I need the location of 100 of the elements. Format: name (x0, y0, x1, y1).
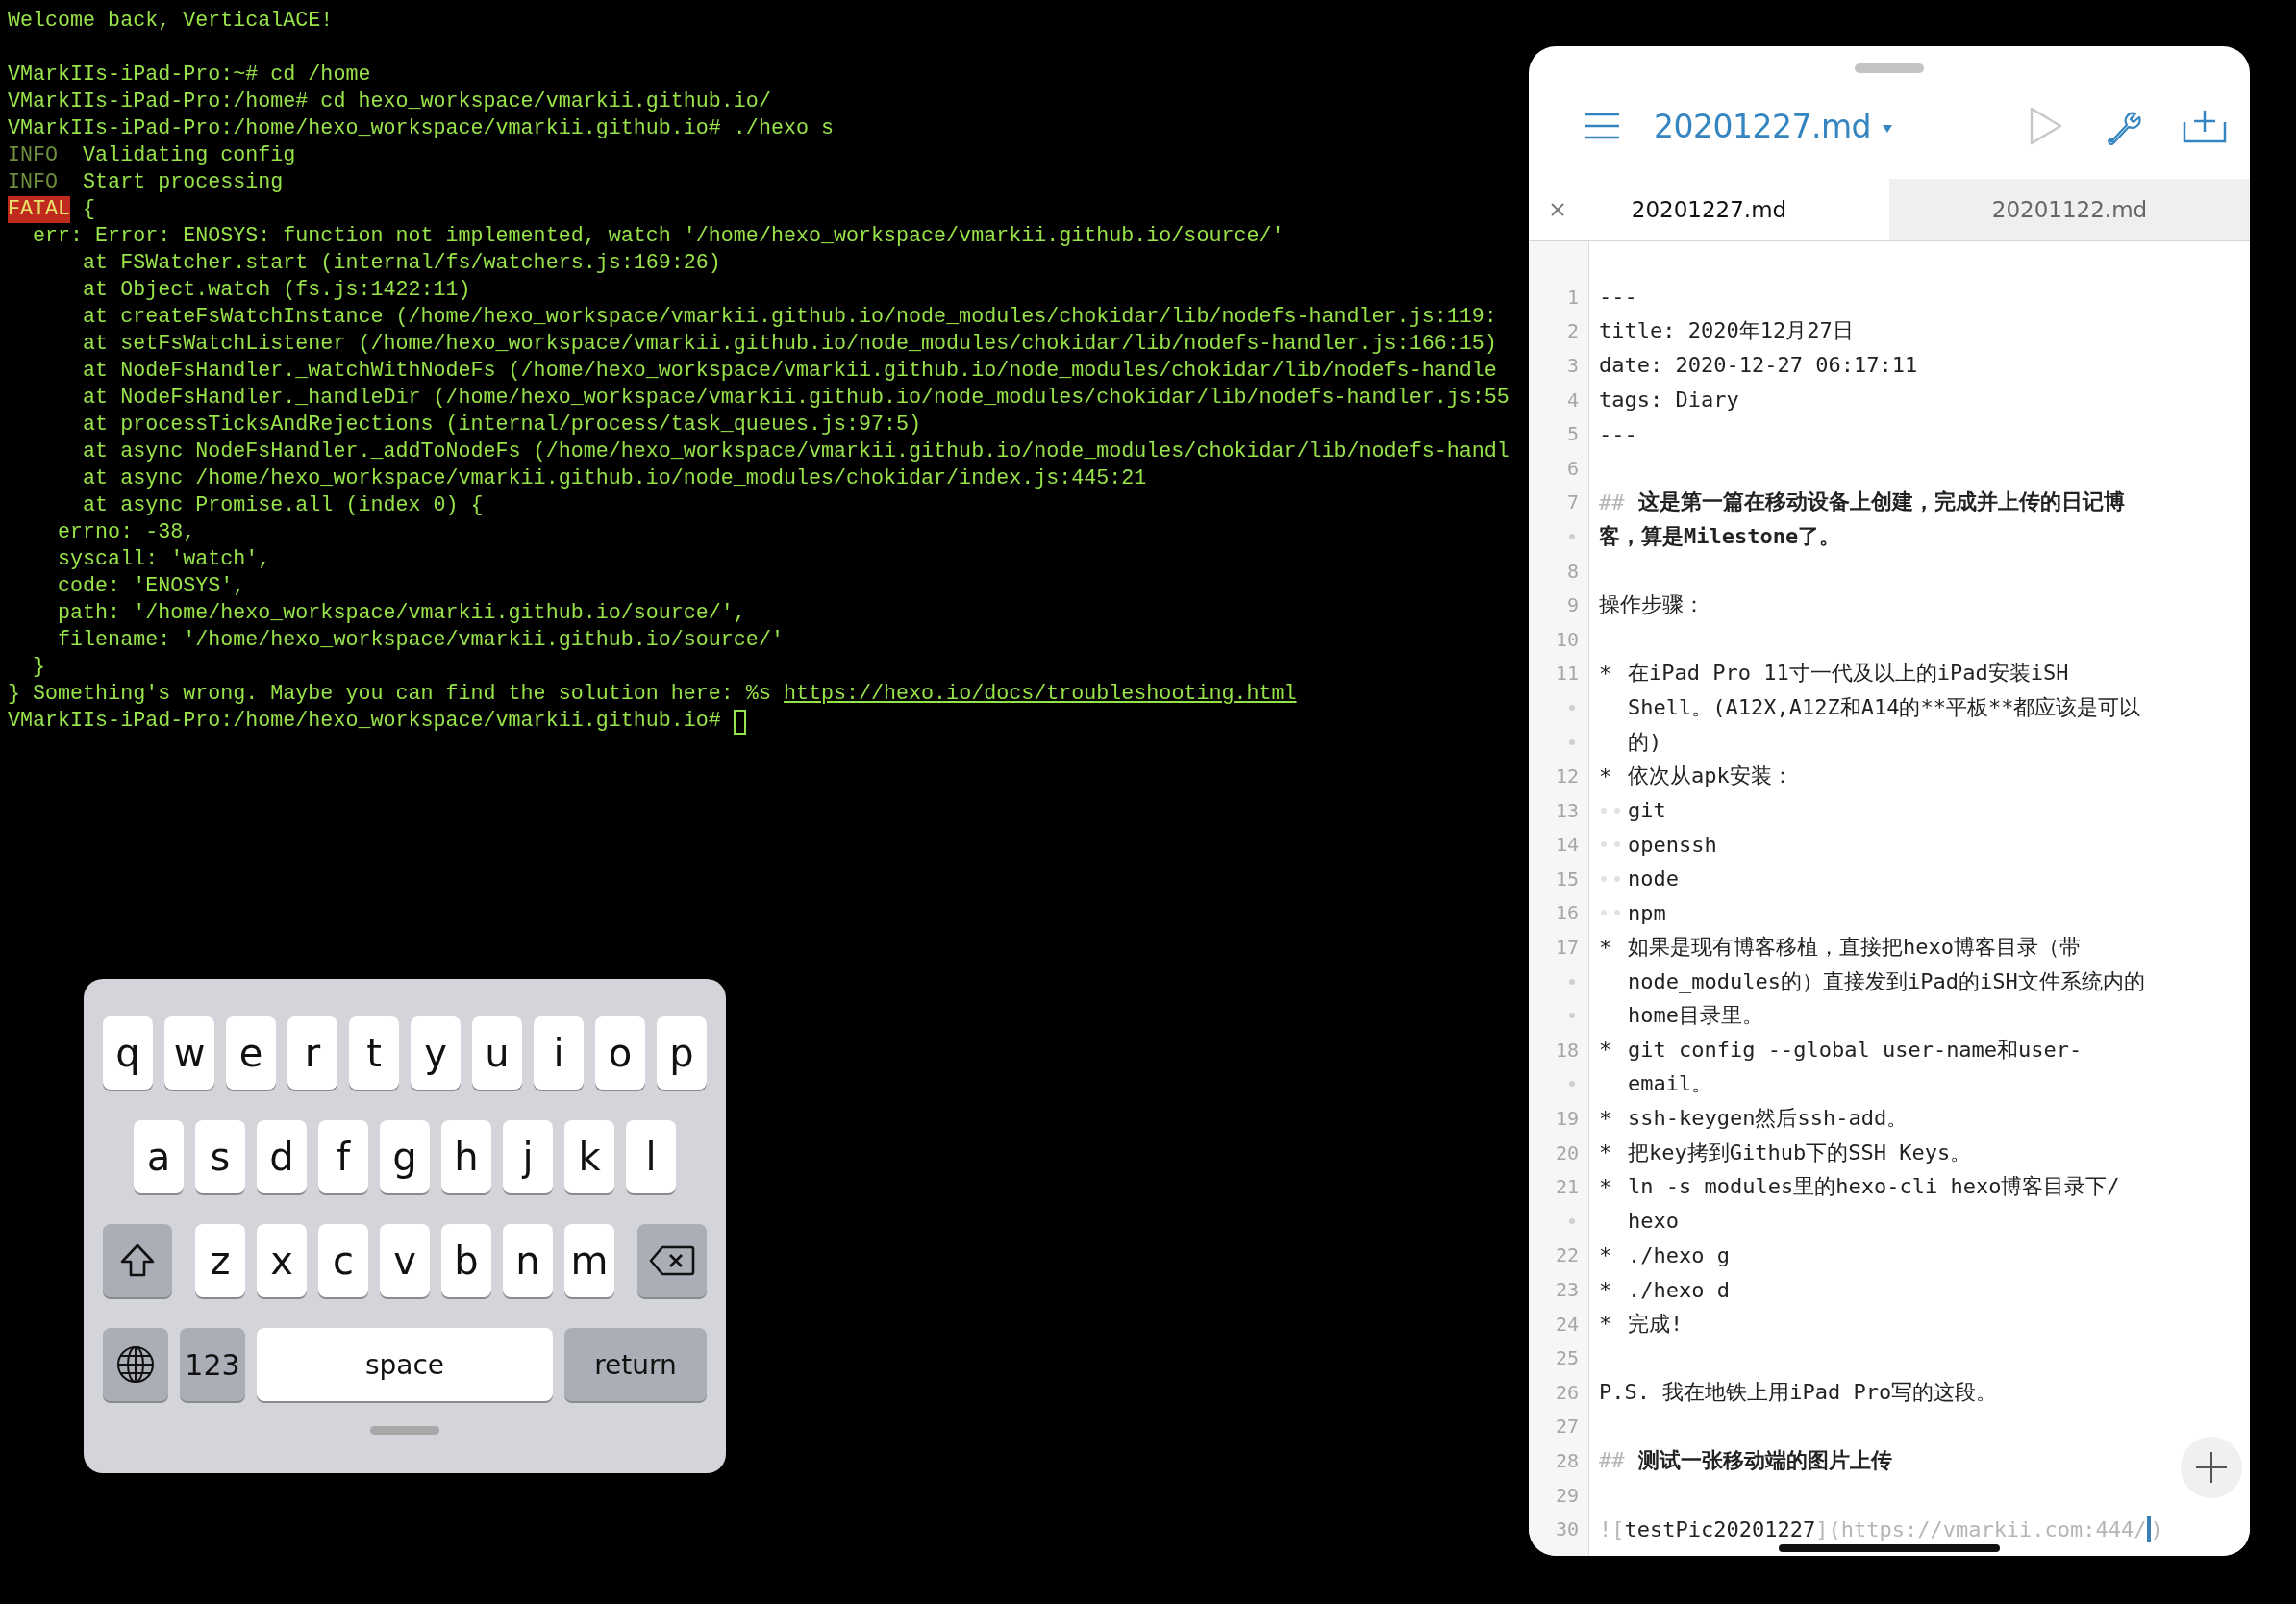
letter-key[interactable]: g (380, 1120, 430, 1193)
line-number: 10 (1555, 627, 1579, 651)
list-item-text: 如果是现有博客移植，直接把hexo博客目录（带 (1628, 934, 2081, 962)
letter-key[interactable]: j (503, 1120, 553, 1193)
code-line: 操作步骤： (1599, 591, 1705, 619)
letter-key[interactable]: w (164, 1016, 214, 1090)
return-key[interactable]: return (564, 1328, 707, 1401)
bullet-marker: * (1599, 935, 1613, 960)
line-number: 26 (1555, 1380, 1579, 1404)
terminal-line: at createFsWatchInstance (/home/hexo_workspace/vmarkii.github.io/node_modules/chokidar/lib/nodefs-handler.js:119: (82, 304, 1498, 331)
list-item-text: ./hexo g (1628, 1242, 1730, 1267)
letter-key[interactable]: m (564, 1224, 614, 1297)
bullet-marker: * (1599, 1242, 1613, 1267)
letter-key[interactable]: k (564, 1120, 614, 1193)
bullet-marker: * (1599, 1312, 1613, 1337)
code-line: --- (1599, 421, 1637, 446)
letter-key[interactable]: a (134, 1120, 184, 1193)
list-item-text: npm (1628, 901, 1666, 925)
bullet-marker: * (1599, 764, 1613, 789)
line-number: 12 (1555, 764, 1579, 789)
letter-key[interactable]: v (380, 1224, 430, 1297)
list-item-text: Shell。(A12X,A12Z和A14的**平板**都应该是可以 (1628, 693, 2141, 721)
line-number: 20 (1555, 1140, 1579, 1165)
shift-key[interactable] (103, 1224, 172, 1297)
terminal-line: VMarkIIs-iPad-Pro:/home# cd hexo_workspace/vmarkii.github.io/ (8, 88, 772, 115)
letter-key[interactable]: b (441, 1224, 491, 1297)
list-item-text: 依次从apk安装： (1628, 763, 1793, 790)
line-number: 27 (1555, 1415, 1579, 1439)
space-key[interactable]: space (257, 1328, 553, 1401)
line-number: 16 (1555, 901, 1579, 925)
list-item-text: git config --global user-name和user- (1628, 1036, 2083, 1064)
line-number: 22 (1555, 1243, 1579, 1267)
wrap-marker (1569, 978, 1575, 985)
terminal-text: Start processing (82, 169, 284, 196)
code-line: title: 2020年12月27日 (1599, 317, 1854, 345)
letter-key[interactable]: x (257, 1224, 307, 1297)
letter-key[interactable]: e (226, 1016, 276, 1090)
bullet-marker: * (1599, 1106, 1613, 1131)
terminal-line: at async NodeFsHandler._addToNodeFs (/home/hexo_workspace/vmarkii.github.io/node_modules/chokidar/lib/nodefs-handl (82, 439, 1510, 465)
letter-key[interactable]: p (657, 1016, 707, 1090)
image-url: https://vmarkii.com:444/ (1840, 1516, 2147, 1541)
bullet-marker: * (1599, 1277, 1613, 1302)
terminal-line: filename: '/home/hexo_workspace/vmarkii.github.io/source/' (57, 627, 785, 654)
terminal-line: } (32, 654, 47, 681)
terminal-line: at processTicksAndRejections (internal/process/task_queues.js:97:5) (82, 412, 923, 439)
code-line: date: 2020-12-27 06:17:11 (1599, 353, 1918, 378)
caret-icon[interactable] (1883, 124, 1893, 134)
letter-key[interactable]: o (595, 1016, 645, 1090)
letter-key[interactable]: c (318, 1224, 368, 1297)
terminal-line: at NodeFsHandler._handleDir (/home/hexo_workspace/vmarkii.github.io/node_modules/chokidar/lib/nodefs-handler.js:55 (82, 385, 1510, 412)
line-number: 3 (1566, 354, 1579, 377)
letter-key[interactable]: h (441, 1120, 491, 1193)
letter-key[interactable]: n (503, 1224, 553, 1297)
terminal-line: path: '/home/hexo_workspace/vmarkii.github.io/source/', (57, 600, 747, 627)
line-number: 23 (1555, 1278, 1579, 1301)
wrap-marker (1569, 533, 1575, 539)
letter-key[interactable]: r (287, 1016, 337, 1090)
letter-key[interactable]: d (257, 1120, 307, 1193)
letter-key[interactable]: z (195, 1224, 245, 1297)
line-number: 30 (1555, 1517, 1579, 1541)
line-number: 17 (1555, 936, 1579, 960)
line-number: 2 (1566, 319, 1579, 343)
file-tab[interactable]: 20201122.md (1889, 179, 2250, 240)
globe-icon (116, 1345, 155, 1384)
letter-key[interactable]: f (318, 1120, 368, 1193)
close-icon[interactable] (1550, 202, 1565, 217)
terminal-line: syscall: 'watch', (57, 546, 272, 573)
line-number: 1 (1566, 285, 1579, 309)
list-item-text: node_modules的）直接发到iPad的iSH文件系统内的 (1628, 967, 2145, 995)
letter-key[interactable]: s (195, 1120, 245, 1193)
plus-icon (2195, 1451, 2228, 1484)
terminal-line: at async Promise.all (index 0) { (82, 492, 485, 519)
letter-key[interactable]: t (349, 1016, 399, 1090)
line-number: 11 (1555, 662, 1579, 686)
globe-key[interactable] (103, 1328, 168, 1401)
numbers-key[interactable]: 123 (180, 1328, 245, 1401)
letter-key[interactable]: u (472, 1016, 522, 1090)
letter-key[interactable]: l (626, 1120, 676, 1193)
log-level: INFO (8, 142, 59, 169)
letter-key[interactable]: y (411, 1016, 461, 1090)
letter-key[interactable]: i (534, 1016, 584, 1090)
error-badge: FATAL (8, 196, 71, 223)
list-item-text: home目录里。 (1628, 1002, 1763, 1030)
file-title[interactable]: 20201227.md (1654, 107, 1872, 145)
terminal-line: Welcome back, VerticalACE! (8, 8, 335, 35)
terminal-line: code: 'ENOSYS', (57, 573, 247, 600)
terminal-line: at Object.watch (fs.js:1422:11) (82, 277, 472, 304)
link[interactable]: https://hexo.io/docs/troubleshooting.html (783, 681, 1297, 708)
wrap-marker (1569, 704, 1575, 711)
menu-icon[interactable] (1583, 112, 1621, 140)
line-number: 29 (1555, 1483, 1579, 1507)
add-tray-icon[interactable] (2183, 109, 2227, 143)
line-number: 14 (1555, 833, 1579, 857)
terminal-text: } Something's wrong. Maybe you can find the solution here: %s (8, 681, 772, 708)
line-number: 28 (1555, 1449, 1579, 1472)
list-item-text: 在iPad Pro 11寸一代及以上的iPad安装iSH (1628, 660, 2069, 688)
wrap-marker (1569, 1081, 1575, 1088)
letter-key[interactable]: q (103, 1016, 153, 1090)
delete-key[interactable] (637, 1224, 707, 1297)
terminal-line: at FSWatcher.start (internal/fs/watchers.js:169:26) (82, 250, 722, 277)
